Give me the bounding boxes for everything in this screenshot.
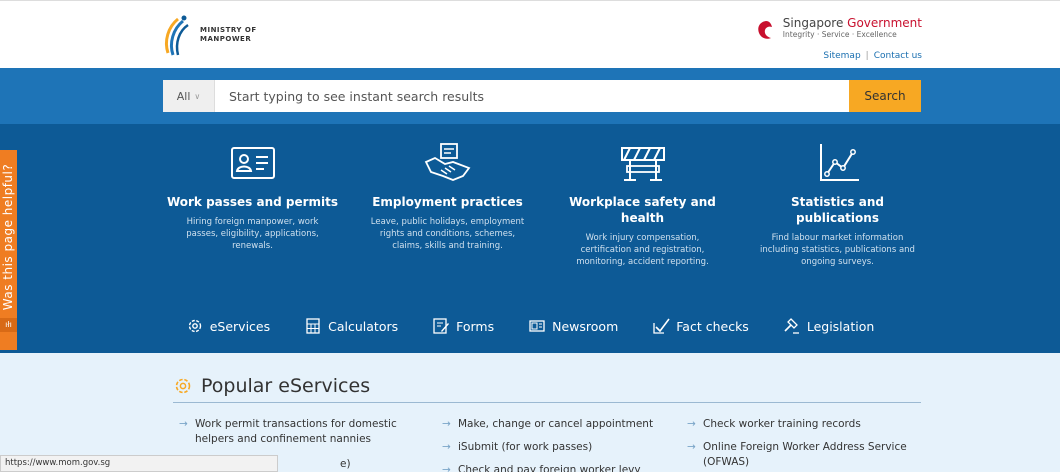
eservice-label: Work permit transactions for domestic he… — [195, 418, 397, 445]
status-bar-url: https://www.mom.gov.sg — [0, 455, 278, 472]
logo-line1: MINISTRY OF — [200, 26, 257, 34]
quicklink-label: eServices — [209, 318, 271, 334]
eservice-label: Make, change or cancel appointment — [458, 418, 654, 430]
category-statistics[interactable]: Statistics and publications Find labour … — [750, 134, 925, 268]
popular-heading: Popular eServices — [173, 375, 370, 397]
gov-title-a: Singapore — [782, 16, 848, 30]
feedback-label: Was this page helpful? — [1, 163, 15, 311]
gov-tagline: Integrity · Service · Excellence — [782, 30, 897, 39]
quicklink-label: Legislation — [806, 318, 875, 334]
logo-text: MINISTRY OF MANPOWER — [200, 26, 257, 44]
quicklink-label: Calculators — [328, 318, 399, 334]
gavel-icon — [784, 318, 799, 334]
gov-title-b: Government — [847, 16, 922, 30]
gov-text: Singapore Government Integrity · Service… — [783, 17, 922, 40]
barrier-icon — [620, 147, 665, 181]
eservice-label: Check worker training records — [703, 418, 861, 430]
top-bar: MINISTRY OF MANPOWER Singapore Governmen… — [0, 0, 1060, 68]
arrow-right-icon: → — [687, 418, 696, 430]
arrow-right-icon: → — [687, 441, 696, 453]
arrow-right-icon: → — [442, 418, 451, 430]
eservice-label: iSubmit (for work passes) — [458, 441, 593, 453]
logo-line2: MANPOWER — [200, 35, 252, 43]
search-input[interactable] — [215, 80, 849, 112]
quicklink-label: Newsroom — [552, 318, 619, 334]
line-chart-icon — [819, 144, 859, 181]
search-scope-label: All — [176, 89, 191, 103]
eservice-link[interactable]: → iSubmit (for work passes) — [442, 440, 593, 455]
gear-icon — [175, 378, 191, 394]
search-band: All ∨ Search — [0, 68, 1060, 124]
eservice-link[interactable]: → Check and pay foreign worker levy — [442, 463, 641, 472]
quicklink-label: Forms — [456, 318, 495, 334]
category-workplace-safety[interactable]: Workplace safety and health Work injury … — [555, 134, 730, 268]
newspaper-icon — [529, 320, 545, 332]
eservice-link[interactable]: → Make, change or cancel appointment — [442, 417, 654, 432]
quicklink-newsroom[interactable]: Newsroom — [528, 317, 618, 335]
arrow-right-icon: → — [442, 464, 451, 472]
quicklink-forms[interactable]: Forms — [432, 317, 494, 335]
eservice-link[interactable]: → Work permit transactions for domestic h… — [179, 417, 425, 447]
search-scope-select[interactable]: All ∨ — [163, 80, 215, 112]
chevron-down-icon: ∨ — [194, 91, 201, 101]
category-employment[interactable]: Employment practices Leave, public holid… — [360, 134, 535, 252]
popular-title: Popular eServices — [201, 375, 371, 397]
eservice-label: e) — [340, 458, 351, 470]
category-desc: Work injury compensation, certification … — [576, 233, 709, 267]
gov-title: Singapore Government — [783, 17, 922, 30]
category-title: Workplace safety and health — [569, 195, 716, 225]
lion-head-icon — [758, 21, 772, 39]
category-work-passes[interactable]: Work passes and permits Hiring foreign m… — [165, 134, 340, 252]
eservice-link[interactable]: e) — [340, 457, 351, 472]
search-box: All ∨ Search — [163, 80, 921, 112]
eservice-link[interactable]: → Online Foreign Worker Address Service (… — [687, 440, 933, 470]
quicklink-label: Fact checks — [676, 318, 749, 334]
category-desc: Leave, public holidays, employment right… — [370, 217, 525, 251]
category-title: Work passes and permits — [166, 195, 339, 209]
checkmark-icon — [653, 318, 670, 334]
arrow-right-icon: → — [442, 441, 451, 453]
quicklink-legislation[interactable]: Legislation — [783, 317, 874, 335]
gear-icon — [188, 319, 201, 333]
quicklink-fact-checks[interactable]: Fact checks — [652, 317, 749, 335]
category-grid: Work passes and permits Hiring foreign m… — [165, 134, 925, 309]
category-desc: Find labour market information including… — [760, 233, 915, 267]
gov-brand[interactable]: Singapore Government Integrity · Service… — [755, 17, 922, 41]
search-button[interactable]: Search — [849, 80, 921, 112]
sitemap-link[interactable]: Sitemap — [823, 51, 860, 61]
mom-logo[interactable]: MINISTRY OF MANPOWER — [160, 13, 257, 57]
header-links: Sitemap | Contact us — [823, 51, 922, 61]
category-desc: Hiring foreign manpower, work passes, el… — [186, 217, 319, 251]
form-icon — [433, 318, 450, 334]
id-card-icon — [230, 147, 275, 179]
feedback-tab[interactable]: Was this page helpful? ıłı — [0, 150, 17, 350]
mom-logo-icon — [164, 15, 189, 56]
calculator-icon — [306, 318, 320, 334]
category-title: Employment practices — [372, 195, 523, 209]
category-title: Statistics and publications — [791, 195, 884, 225]
arrow-right-icon: → — [179, 418, 188, 430]
feedback-chart-icon: ıłı — [0, 318, 17, 332]
handshake-icon — [424, 143, 470, 181]
divider — [173, 402, 921, 403]
eservice-label: Check and pay foreign worker levy — [458, 464, 641, 472]
eservice-link[interactable]: → Check worker training records — [687, 417, 861, 432]
hero-section: Work passes and permits Hiring foreign m… — [0, 124, 1060, 353]
link-separator: | — [865, 51, 869, 61]
quicklink-eservices[interactable]: eServices — [186, 317, 270, 335]
eservice-label: Online Foreign Worker Address Service (O… — [703, 441, 907, 468]
quick-links: eServices Calculators Forms Newsroom Fac… — [0, 308, 1060, 344]
quicklink-calculators[interactable]: Calculators — [304, 317, 398, 335]
contact-us-link[interactable]: Contact us — [874, 51, 922, 61]
